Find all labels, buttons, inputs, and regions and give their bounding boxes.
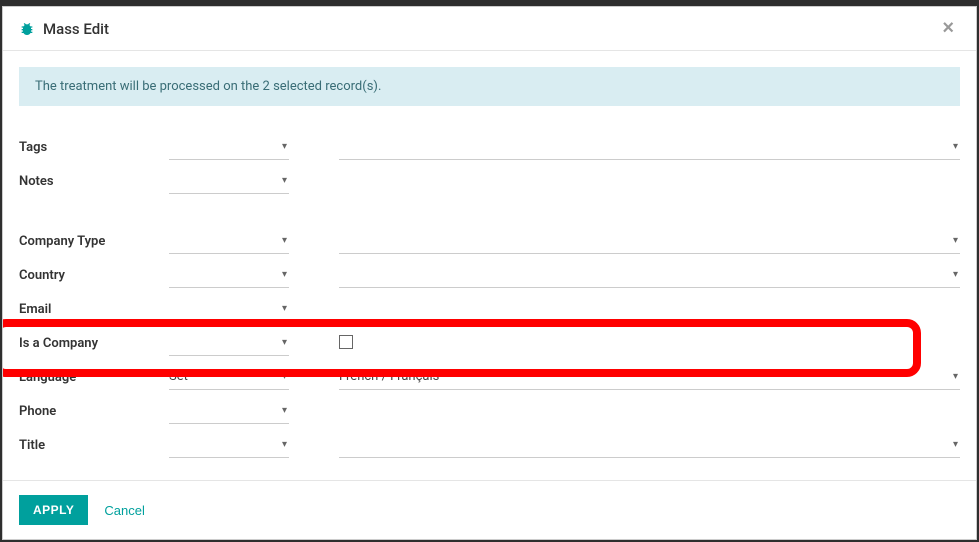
modal-body: The treatment will be processed on the 2…: [3, 51, 976, 480]
checkbox-is-company[interactable]: [339, 335, 353, 349]
apply-button[interactable]: APPLY: [19, 495, 88, 525]
label-phone: Phone: [19, 394, 169, 428]
row-company-type: Company Type: [19, 224, 960, 258]
label-country: Country: [19, 258, 169, 292]
bug-icon: [19, 21, 35, 37]
label-title: Title: [19, 428, 169, 462]
label-tags: Tags: [19, 130, 169, 164]
value-tags[interactable]: [339, 134, 960, 160]
info-alert: The treatment will be processed on the 2…: [19, 67, 960, 106]
form-table: Tags Notes Company Type Country E: [19, 130, 960, 462]
value-company-type[interactable]: [339, 228, 960, 254]
label-is-company: Is a Company: [19, 326, 169, 360]
modal-title: Mass Edit: [43, 20, 936, 38]
row-country: Country: [19, 258, 960, 292]
close-button[interactable]: ×: [936, 17, 960, 40]
mass-edit-modal: Mass Edit × The treatment will be proces…: [2, 6, 977, 540]
row-is-company: Is a Company: [19, 326, 960, 360]
label-language: Language: [19, 360, 169, 394]
row-language: Language Set French / Français: [19, 360, 960, 394]
action-phone[interactable]: [169, 398, 289, 424]
row-tags: Tags: [19, 130, 960, 164]
value-language[interactable]: French / Français: [339, 364, 960, 390]
action-country[interactable]: [169, 262, 289, 288]
row-phone: Phone: [19, 394, 960, 428]
action-email[interactable]: [169, 296, 289, 322]
row-notes: Notes: [19, 164, 960, 198]
label-email: Email: [19, 292, 169, 326]
action-language[interactable]: Set: [169, 364, 289, 390]
value-country[interactable]: [339, 262, 960, 288]
row-title: Title: [19, 428, 960, 462]
row-email: Email: [19, 292, 960, 326]
action-tags[interactable]: [169, 134, 289, 160]
action-title[interactable]: [169, 432, 289, 458]
value-title[interactable]: [339, 432, 960, 458]
modal-header: Mass Edit ×: [3, 7, 976, 51]
label-notes: Notes: [19, 164, 169, 198]
modal-footer: APPLY Cancel: [3, 480, 976, 539]
action-company-type[interactable]: [169, 228, 289, 254]
action-notes[interactable]: [169, 168, 289, 194]
action-is-company[interactable]: [169, 330, 289, 356]
label-company-type: Company Type: [19, 224, 169, 258]
cancel-button[interactable]: Cancel: [104, 503, 144, 518]
